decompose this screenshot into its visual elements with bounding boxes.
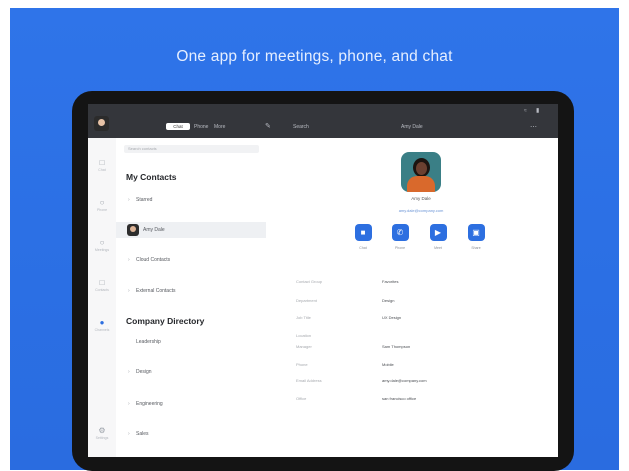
compose-icon[interactable]: ✎	[265, 122, 271, 130]
chat-action[interactable]: ■ Chat	[352, 224, 374, 250]
left-rail: □ Chat ○ Phone ○ Meetings □ Contacts ● C…	[88, 138, 117, 457]
list-item[interactable]: › Design	[116, 364, 266, 380]
contacts-icon: □	[99, 278, 105, 287]
rail-meetings[interactable]: ○ Meetings	[88, 238, 116, 252]
profile-email[interactable]: amy.dale@company.com	[326, 208, 516, 213]
chevron-right-icon: ›	[128, 288, 130, 294]
field-label: Manager	[296, 344, 312, 349]
contact-avatar	[127, 224, 139, 236]
meet-action[interactable]: ▶ Meet	[427, 224, 449, 250]
field-label: Office	[296, 396, 307, 401]
field-value: Mobile	[382, 362, 394, 367]
channels-icon: ●	[99, 318, 105, 327]
chevron-right-icon: ›	[128, 401, 130, 407]
field-label: Contact Group	[296, 279, 323, 284]
rail-phone[interactable]: ○ Phone	[88, 198, 116, 212]
list-item[interactable]: › Starred	[116, 192, 266, 208]
rail-channels[interactable]: ● Channels	[88, 318, 116, 332]
headline: One app for meetings, phone, and chat	[176, 48, 453, 65]
phone-icon: ✆	[391, 224, 409, 241]
list-item[interactable]: › Engineering	[116, 396, 266, 412]
field-value: Favorites	[382, 279, 399, 284]
my-avatar[interactable]	[94, 116, 109, 131]
field-value: Sam Thompson	[382, 344, 411, 349]
phone-icon: ○	[99, 198, 105, 207]
profile-photo	[401, 152, 441, 192]
field-label: Phone	[296, 362, 308, 367]
profile-name: Amy Dale	[411, 196, 431, 201]
search-field[interactable]: Search	[293, 124, 309, 130]
wifi-icon: ≈	[524, 108, 527, 114]
video-icon: ▶	[429, 224, 447, 241]
settings-icon: ⚙	[98, 426, 106, 435]
company-directory-title: Company Directory	[126, 316, 205, 326]
battery-icon: ▮	[536, 108, 540, 114]
more-icon[interactable]: ⋯	[530, 123, 537, 131]
field-value[interactable]: amy.dale@company.com	[382, 378, 427, 383]
app-screen: Chat Phone More ✎ Search Amy Dale ≈ ▮ ⋯ …	[88, 104, 558, 457]
field-label: Job Title	[296, 315, 311, 320]
list-item[interactable]: › Cloud Contacts	[116, 252, 266, 268]
list-item[interactable]: Leadership	[116, 334, 266, 350]
contacts-search-input[interactable]: Search contacts	[124, 145, 259, 153]
field-label: Department	[296, 298, 317, 303]
screen-share-icon: ▣	[467, 224, 485, 241]
chat-icon: □	[99, 158, 105, 167]
list-item-selected[interactable]: Amy Dale	[116, 222, 266, 238]
tab-phone[interactable]: Phone	[194, 124, 208, 130]
my-contacts-title: My Contacts	[126, 172, 177, 182]
list-item[interactable]: › Sales	[116, 426, 266, 442]
field-value: san francisco office	[382, 396, 417, 401]
phone-action[interactable]: ✆ Phone	[389, 224, 411, 250]
share-action[interactable]: ▣ Share	[465, 224, 487, 250]
chevron-right-icon: ›	[128, 431, 130, 437]
chevron-right-icon: ›	[128, 369, 130, 375]
rail-chat[interactable]: □ Chat	[88, 158, 116, 172]
rail-settings[interactable]: ⚙ Settings	[88, 426, 116, 440]
field-label: Email Address	[296, 378, 322, 383]
chat-bubble-icon: ■	[354, 224, 372, 241]
conversation-title: Amy Dale	[401, 124, 423, 130]
field-value: Design	[382, 298, 395, 303]
field-value: UX Design	[382, 315, 402, 320]
list-item[interactable]: › External Contacts	[116, 283, 266, 299]
chevron-right-icon: ›	[128, 257, 130, 263]
tab-chat[interactable]: Chat	[166, 123, 190, 130]
chevron-right-icon: ›	[128, 197, 130, 203]
meetings-icon: ○	[99, 238, 105, 247]
contact-detail: Amy Dale amy.dale@company.com ■ Chat ✆ P…	[266, 138, 558, 457]
tab-more[interactable]: More	[214, 124, 225, 130]
rail-contacts[interactable]: □ Contacts	[88, 278, 116, 292]
field-label: Location	[296, 333, 312, 338]
top-bar: Chat Phone More ✎ Search Amy Dale ≈ ▮ ⋯	[88, 104, 558, 138]
contacts-list: Search contacts My Contacts › Starred Am…	[116, 138, 266, 457]
